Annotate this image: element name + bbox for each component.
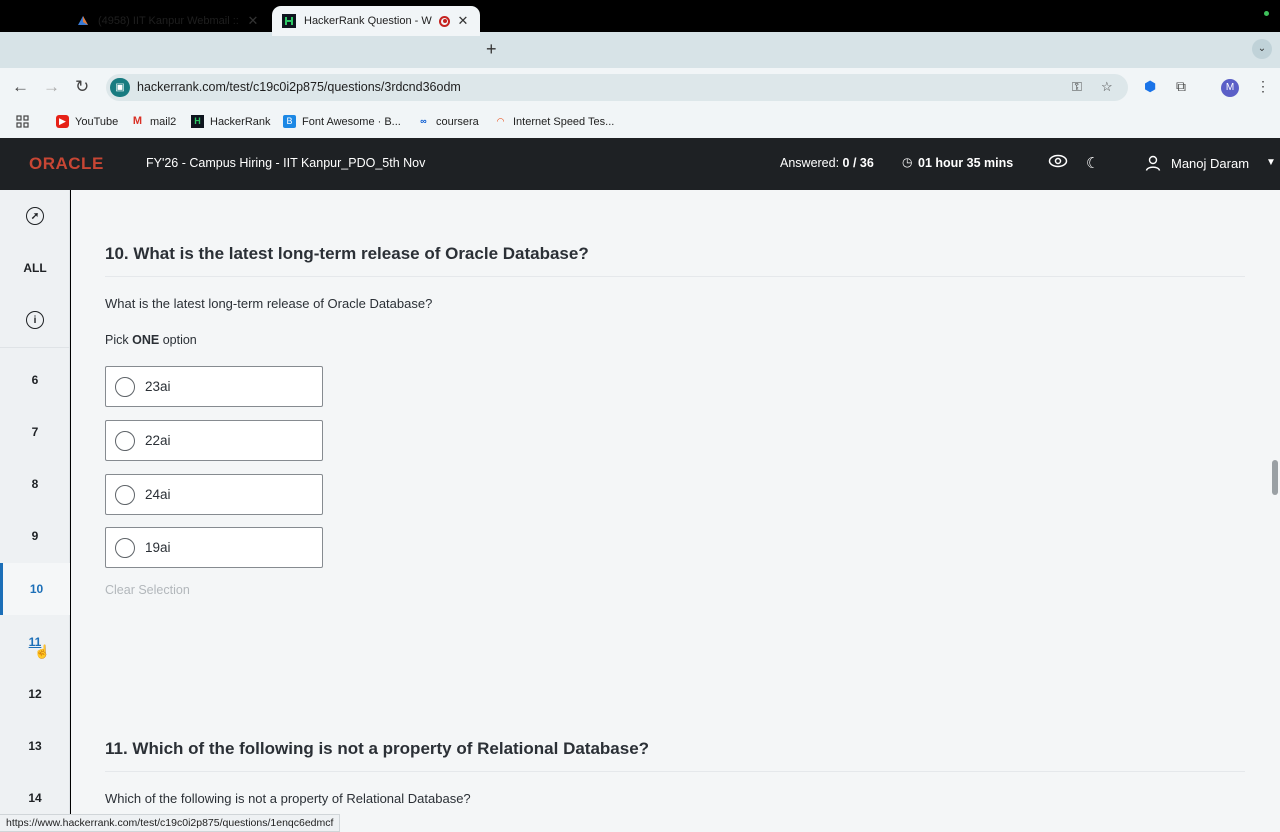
option-24ai[interactable]: 24ai [105,474,323,515]
option-23ai[interactable]: 23ai [105,366,323,407]
radio-button[interactable] [115,430,135,451]
answered-count: Answered: 0 / 36 [780,156,874,170]
tab-hackerrank[interactable]: HackerRank Question - W ✕ [272,6,480,36]
info-nav-item[interactable]: i [0,294,70,346]
forward-arrow-icon[interactable]: → [43,77,60,97]
site-info-icon[interactable]: ▣ [110,78,130,97]
extension-shield-icon[interactable]: ⬢ [1144,78,1156,95]
sidebar-divider [0,347,70,348]
answered-value: 0 / 36 [842,156,874,170]
font-awesome-icon: B [283,115,296,128]
pick-instruction: Pick ONE option [105,333,197,347]
gmail-icon: M [132,115,143,127]
webmail-logo-icon [76,14,90,28]
apps-grid-icon[interactable] [16,115,29,128]
test-title: FY'26 - Campus Hiring - IIT Kanpur_PDO_5… [146,156,426,170]
tab-strip [0,32,1280,68]
radio-button[interactable] [115,537,135,558]
compass-nav-item[interactable]: ➚ [0,190,70,242]
sidebar-item-6[interactable]: 6 [0,354,70,406]
bookmark-label: YouTube [75,115,119,128]
heading-divider [105,276,1245,277]
sidebar-item-7[interactable]: 7 [0,406,70,458]
pick-prefix: Pick [105,333,129,347]
option-label: 24ai [145,487,171,502]
user-icon [1145,155,1161,175]
sidebar-item-12[interactable]: 12 [0,668,70,720]
recording-icon [439,15,450,27]
compass-icon: ➚ [26,207,44,225]
tab-search-chevron-icon[interactable]: ⌄ [1252,39,1272,59]
eye-icon[interactable] [1048,154,1068,172]
youtube-icon: ▶ [56,115,69,128]
option-19ai[interactable]: 19ai [105,527,323,568]
hackerrank-logo-icon [282,14,296,28]
bookmark-hackerrank[interactable]: H HackerRank [191,115,271,128]
user-name[interactable]: Manoj Daram [1171,156,1249,171]
tab-title: HackerRank Question - W [304,15,432,27]
hackerrank-icon: H [191,115,204,128]
oracle-logo: ORACLE [29,154,104,173]
sidebar-item-10[interactable]: 10 [0,563,70,615]
url-text[interactable]: hackerrank.com/test/c19c0i2p875/question… [137,80,461,94]
back-arrow-icon[interactable]: ← [12,77,29,97]
option-22ai[interactable]: 22ai [105,420,323,461]
profile-avatar[interactable]: M [1221,79,1239,97]
bookmark-font-awesome[interactable]: B Font Awesome · B... [283,115,401,128]
question-10-heading: 10. What is the latest long-term release… [105,244,589,263]
bookmark-label: coursera [436,115,479,128]
bookmark-coursera[interactable]: ∞ coursera [417,115,479,128]
new-tab-plus-icon[interactable]: + [486,39,497,60]
close-icon[interactable]: ✕ [246,13,260,29]
question-10-text: What is the latest long-term release of … [105,296,433,311]
bookmark-youtube[interactable]: ▶ YouTube [56,115,118,128]
pick-count: ONE [132,333,160,347]
pick-suffix: option [162,333,197,347]
heading-divider [105,771,1245,772]
camera-indicator [1264,11,1269,16]
password-key-icon[interactable]: ⚿ [1072,79,1082,95]
question-sidebar: ➚ ALL i 6 7 8 9 10 11 12 13 14 [0,190,70,832]
sidebar-item-all[interactable]: ALL [0,242,70,294]
close-icon[interactable]: ✕ [456,13,470,29]
page-scrollbar[interactable] [1272,460,1278,495]
option-label: 22ai [145,433,171,448]
question-11-text: Which of the following is not a property… [105,791,471,806]
answered-label: Answered: [780,156,840,170]
option-label: 19ai [145,540,171,555]
bookmark-star-icon[interactable]: ☆ [1101,79,1113,95]
sidebar-item-8[interactable]: 8 [0,458,70,510]
bookmark-label: HackerRank [210,115,271,128]
bookmark-label: Internet Speed Tes... [513,115,615,128]
timer: 01 hour 35 mins [918,156,1014,170]
coursera-icon: ∞ [420,116,427,126]
extensions-puzzle-icon[interactable]: ⧉ [1176,78,1186,95]
bookmark-label: Font Awesome · B... [302,115,401,128]
more-menu-icon[interactable]: ⋮ [1256,78,1270,95]
sidebar-item-11[interactable]: 11 [0,616,70,668]
clear-selection-button[interactable]: Clear Selection [105,583,190,597]
speedometer-icon: ◠ [496,116,505,126]
tab-title: (4958) IIT Kanpur Webmail :: [98,15,239,27]
sidebar-item-9[interactable]: 9 [0,510,70,562]
radio-button[interactable] [115,484,135,505]
hand-cursor-icon: ☝ [34,644,51,659]
dark-mode-moon-icon[interactable]: ☾ [1086,154,1099,172]
bookmark-label: mail2 [150,115,177,128]
option-label: 23ai [145,379,171,394]
reload-icon[interactable]: ↻ [75,77,89,97]
status-bar-url: https://www.hackerrank.com/test/c19c0i2p… [0,814,341,832]
question-11-heading: 11. Which of the following is not a prop… [105,739,650,758]
chevron-down-icon[interactable]: ▼ [1266,157,1276,168]
bookmark-speed-test[interactable]: ◠ Internet Speed Tes... [494,115,615,128]
sidebar-item-13[interactable]: 13 [0,720,70,772]
radio-button[interactable] [115,376,135,397]
clock-icon: ◷ [902,155,913,169]
info-icon: i [26,311,44,329]
bookmark-mail2[interactable]: M mail2 [131,115,176,128]
tab-webmail[interactable]: (4958) IIT Kanpur Webmail :: ✕ [66,6,270,36]
